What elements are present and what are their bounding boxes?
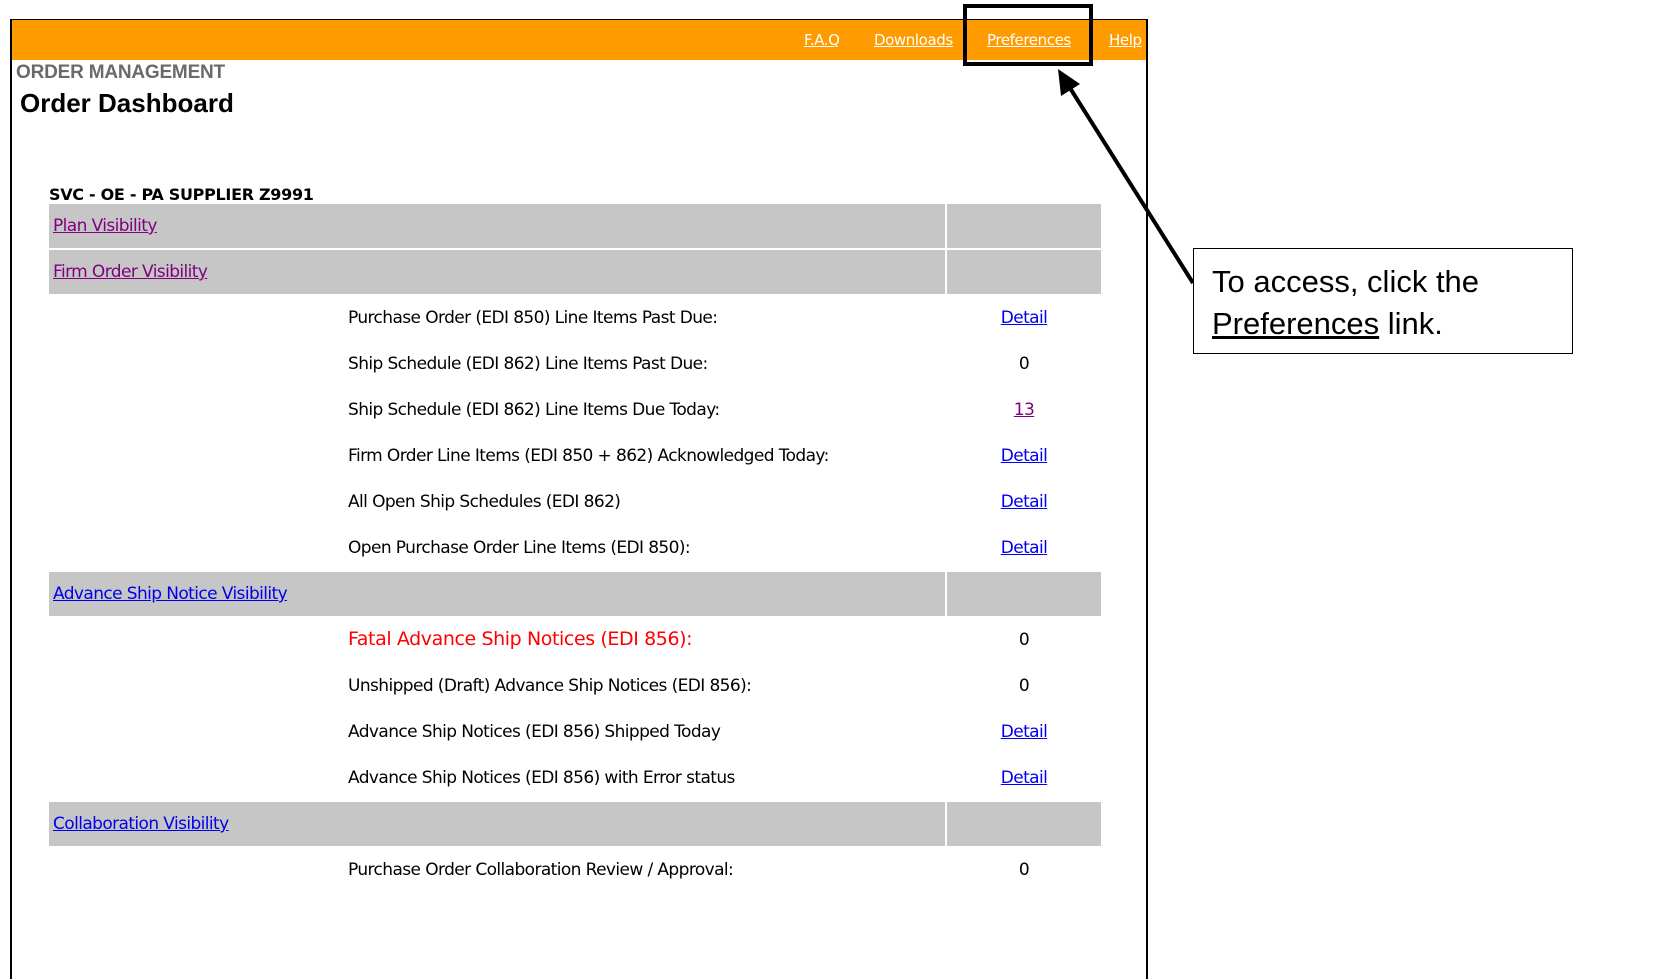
callout-text-end: link. bbox=[1379, 306, 1443, 341]
arrow-line bbox=[1068, 86, 1195, 285]
instruction-callout: To access, click the Preferences link. bbox=[1193, 248, 1573, 354]
callout-link-text: Preferences bbox=[1212, 306, 1380, 341]
callout-text: To access, click the bbox=[1212, 264, 1480, 299]
callout-arrow bbox=[1058, 69, 1195, 285]
arrow-head bbox=[1058, 69, 1080, 96]
